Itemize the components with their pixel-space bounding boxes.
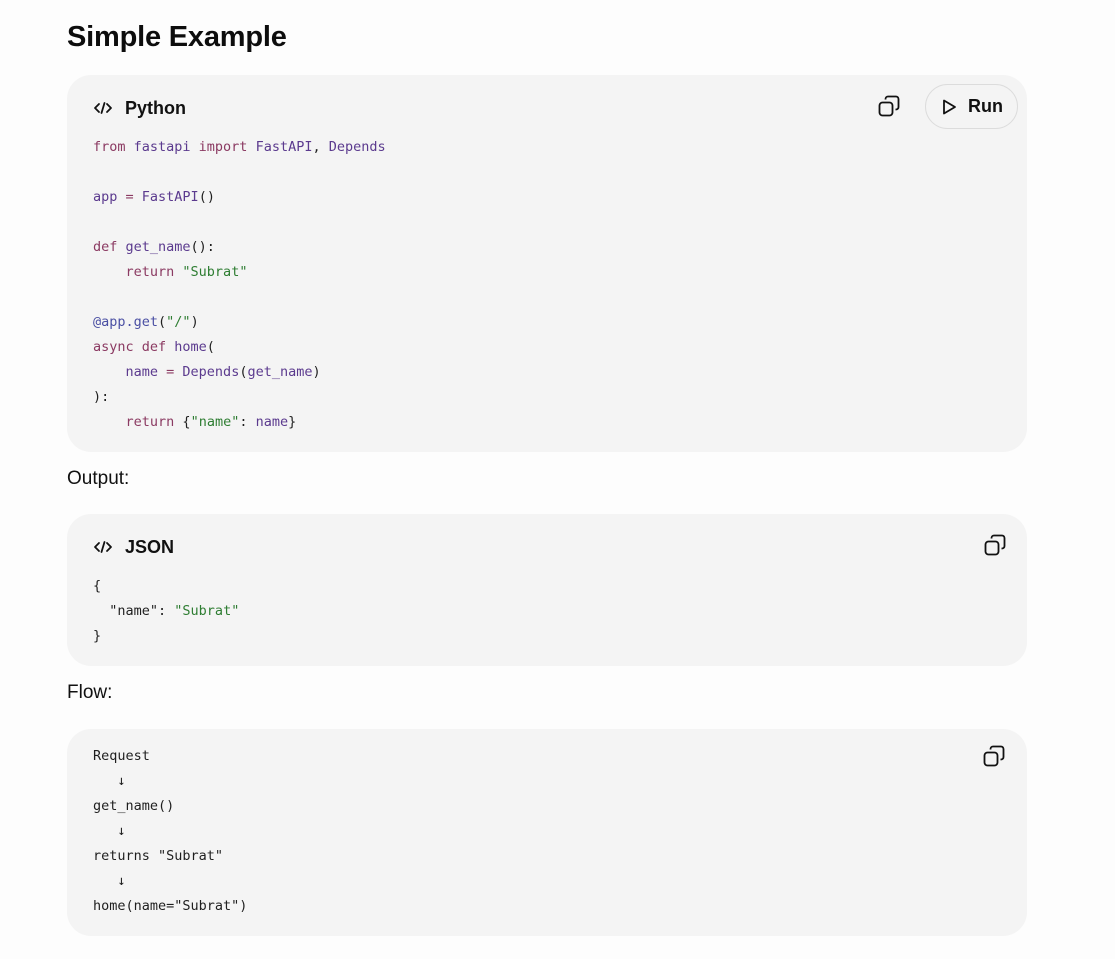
code-block-header: Python [93,95,186,121]
code-token: = [166,364,183,380]
code-token: import [198,139,256,155]
code-line: from fastapi import FastAPI, Depends [93,139,386,155]
code-line: returns "Subrat" [93,848,223,864]
code-token: home(name="Subrat") [93,898,248,914]
code-token: ) [190,314,199,330]
code-token: return [125,264,183,280]
copy-icon[interactable] [877,94,901,118]
code-token: home [174,339,207,355]
code-token: = [125,189,142,205]
code-line: def get_name(): [93,239,215,255]
code-token: Request [93,748,150,764]
output-caption: Output: [67,468,130,489]
code-token: "name" [93,603,159,619]
code-line: } [93,628,101,644]
code-token: FastAPI [141,189,199,205]
code-line: Request [93,748,150,764]
code-line: { [93,578,101,594]
code-token: get_name [247,364,313,380]
code-token: Depends [182,364,240,380]
code-token: () [198,189,215,205]
run-label: Run [968,96,1003,116]
code-token: { [182,414,191,430]
python-code-block: Python Run from fastapi import FastAPI, … [67,75,1027,452]
code-token: , [312,139,329,155]
copy-icon[interactable] [982,744,1006,768]
code-token: (): [190,239,215,255]
language-label: JSON [125,536,175,557]
code-token: from [93,139,134,155]
code-token: } [288,414,297,430]
code-token: ): [93,389,110,405]
code-line: "name": "Subrat" [93,603,239,619]
play-icon [943,99,956,114]
code-token: ↓ [93,773,126,789]
flow-code-block: Request ↓ get_name() ↓ returns "Subrat" … [67,729,1027,936]
code-token: ↓ [93,823,126,839]
code-token: FastAPI [255,139,313,155]
code-line: async def home( [93,339,215,355]
code-token: name [255,414,289,430]
code-token: { [93,578,102,594]
code-token: "Subrat" [182,264,248,280]
flow-code: Request ↓ get_name() ↓ returns "Subrat" … [93,744,247,919]
code-token: : [239,414,256,430]
code-line: return {"name": name} [93,414,297,430]
code-line: app = FastAPI() [93,189,215,205]
json-code: { "name": "Subrat" } [93,574,239,649]
code-token: ↓ [93,873,126,889]
code-block-header: JSON [93,534,174,560]
code-token: } [93,628,102,644]
code-token: @app.get [93,314,159,330]
code-token: name [125,364,167,380]
python-code: from fastapi import FastAPI, Depends app… [93,135,386,435]
code-token: "name" [190,414,240,430]
code-line: ): [93,389,109,405]
code-token: : [158,603,175,619]
code-icon [94,541,112,553]
code-line: return "Subrat" [93,264,248,280]
code-line: name = Depends(get_name) [93,364,321,380]
code-token: app [93,189,126,205]
code-line: ↓ [93,773,126,789]
language-label: Python [125,97,186,118]
code-line: ↓ [93,873,126,889]
code-line: get_name() [93,798,174,814]
code-icon [94,102,112,114]
code-token: ( [206,339,215,355]
code-token: ( [158,314,167,330]
code-token: fastapi [133,139,199,155]
code-token: "Subrat" [174,603,240,619]
section-heading: Simple Example [67,21,287,53]
code-token: get_name() [93,798,175,814]
code-token: returns "Subrat" [93,848,224,864]
code-token: async def [93,339,175,355]
page: Simple Example Python Run from fastapi i… [0,0,1115,959]
code-line: home(name="Subrat") [93,898,247,914]
copy-icon[interactable] [983,533,1007,557]
run-button[interactable]: Run [925,84,1018,129]
code-token: ) [312,364,321,380]
code-token: "/" [166,314,191,330]
code-line: ↓ [93,823,126,839]
flow-caption: Flow: [67,682,113,703]
code-token: return [125,414,183,430]
code-line: @app.get("/") [93,314,199,330]
code-token: get_name [125,239,191,255]
json-code-block: JSON { "name": "Subrat" } [67,514,1027,666]
code-token: Depends [328,139,386,155]
code-token: def [93,239,126,255]
